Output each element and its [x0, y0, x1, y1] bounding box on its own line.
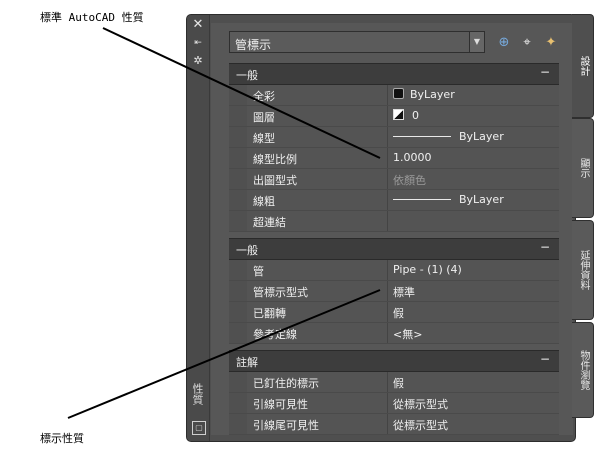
leader-lines [67, 27, 381, 419]
leader-line-bottom [67, 289, 381, 419]
leader-line-top [102, 27, 381, 159]
